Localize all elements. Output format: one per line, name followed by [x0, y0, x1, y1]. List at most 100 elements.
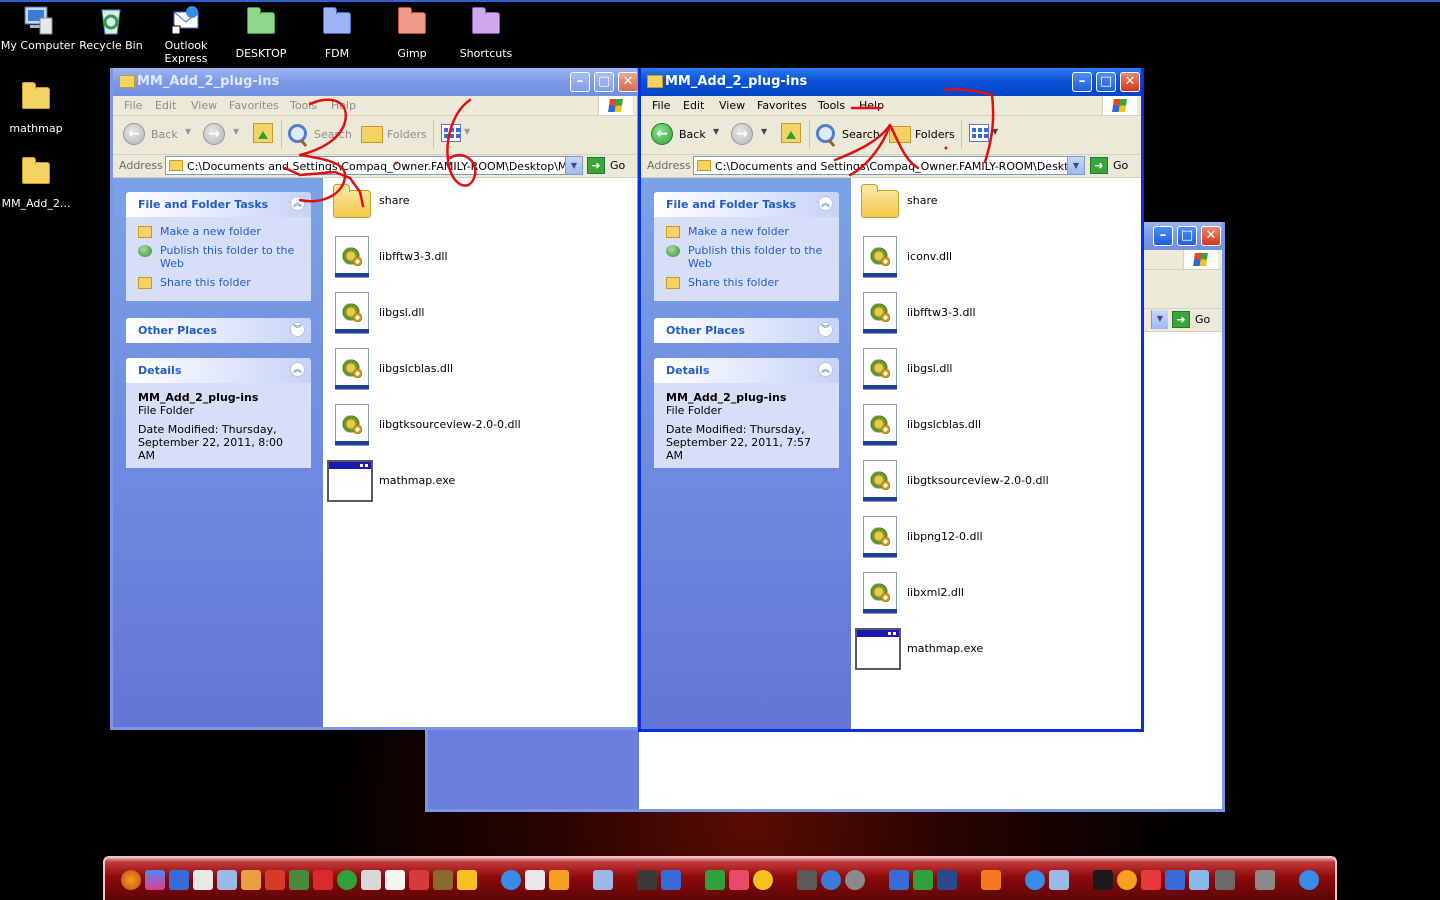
file-item[interactable]: mathmap.exe	[327, 458, 591, 502]
file-item[interactable]: libgsl.dll	[331, 290, 591, 334]
menu-view[interactable]: View	[719, 99, 745, 112]
photoshop-icon[interactable]	[937, 870, 957, 890]
address-input[interactable]: C:\Documents and Settings\Compaq_Owner.F…	[693, 156, 1085, 175]
app-icon[interactable]	[1189, 870, 1209, 890]
file-item[interactable]: libgtksourceview-2.0-0.dll	[859, 458, 1119, 502]
app-icon[interactable]	[637, 870, 657, 890]
maximize-button[interactable]: □	[594, 72, 614, 92]
back-button[interactable]: ← Back ▼	[651, 121, 721, 147]
search-button[interactable]: Search	[288, 121, 353, 147]
file-item[interactable]: libfftw3-3.dll	[859, 290, 1119, 334]
desktop-icon-mathmap[interactable]: mathmap	[0, 79, 74, 135]
forward-button[interactable]: → ▼	[203, 121, 243, 147]
desktop-icon-outlook-express[interactable]: Outlook Express	[148, 4, 224, 65]
panel-header[interactable]: Other Places ︾	[654, 318, 839, 343]
app-icon[interactable]	[821, 870, 841, 890]
menu-view[interactable]: View	[191, 99, 217, 112]
panel-header[interactable]: File and Folder Tasks ︽	[654, 192, 839, 217]
maximize-button[interactable]: □	[1177, 226, 1197, 246]
app-icon[interactable]	[1299, 870, 1319, 890]
menu-edit[interactable]: Edit	[683, 99, 704, 112]
views-button[interactable]: ▼	[441, 121, 475, 147]
file-item[interactable]: libxml2.dll	[859, 570, 1119, 614]
collapse-icon[interactable]: ︽	[818, 196, 833, 211]
ie-icon[interactable]	[501, 870, 521, 890]
panel-header[interactable]: Other Places ︾	[126, 318, 311, 343]
panel-header[interactable]: Details ︽	[126, 358, 311, 383]
address-dropdown-button[interactable]: ▼	[565, 157, 582, 174]
up-folder-button[interactable]	[781, 121, 803, 147]
file-item[interactable]: libgslcblas.dll	[859, 402, 1119, 446]
menu-help[interactable]: Help	[859, 99, 884, 112]
close-button[interactable]: ✕	[618, 72, 637, 92]
app-icon[interactable]	[981, 870, 1001, 890]
app-icon[interactable]	[289, 870, 309, 890]
desktop-icon-my-computer[interactable]: My Computer	[0, 4, 76, 52]
file-item[interactable]: mathmap.exe	[855, 626, 1119, 670]
address-dropdown-button[interactable]: ▼	[1067, 157, 1084, 174]
menu-file[interactable]: File	[124, 99, 142, 112]
address-input[interactable]: C:\Documents and Settings\Compaq_Owner.F…	[165, 156, 583, 175]
minimize-button[interactable]: –	[1153, 226, 1173, 246]
window-titlebar[interactable]: MM_Add_2_plug-ins – □ ✕	[641, 68, 1141, 96]
maximize-button[interactable]: □	[1096, 72, 1116, 92]
desktop-icon-recycle-bin[interactable]: Recycle Bin	[73, 4, 149, 52]
utorrent-icon[interactable]	[337, 870, 357, 890]
task-publish-to-web[interactable]: Publish this folder to the Web	[666, 244, 827, 270]
go-button-label[interactable]: Go	[1195, 313, 1210, 326]
checkmark-icon[interactable]	[661, 870, 681, 890]
app-icon[interactable]	[265, 870, 285, 890]
expand-icon[interactable]: ︾	[290, 322, 305, 337]
desktop-icon-desktop-folder[interactable]: DESKTOP	[223, 4, 299, 60]
menu-tools[interactable]: Tools	[290, 99, 317, 112]
file-item[interactable]: share	[331, 178, 591, 222]
close-button[interactable]: ✕	[1120, 72, 1140, 92]
app-icon[interactable]	[1025, 870, 1045, 890]
minimize-button[interactable]: –	[570, 72, 590, 92]
go-button-label[interactable]: Go	[1113, 159, 1128, 172]
file-item[interactable]: libgsl.dll	[859, 346, 1119, 390]
app-icon[interactable]	[593, 870, 613, 890]
3d-app-icon[interactable]	[1165, 870, 1185, 890]
go-button-label[interactable]: Go	[610, 159, 625, 172]
task-make-new-folder[interactable]: Make a new folder	[138, 225, 299, 238]
app-icon[interactable]	[1141, 870, 1161, 890]
back-button[interactable]: ← Back ▼	[123, 121, 193, 147]
ftp-icon[interactable]	[169, 870, 189, 890]
panel-header[interactable]: File and Folder Tasks ︽	[126, 192, 311, 217]
file-item[interactable]: share	[859, 178, 1119, 222]
firefox-icon[interactable]	[121, 870, 141, 890]
window-titlebar[interactable]: MM_Add_2_plug-ins – □ ✕	[113, 68, 637, 96]
app-icon[interactable]	[845, 870, 865, 890]
m-icon[interactable]	[193, 870, 213, 890]
desktop-icon-gimp[interactable]: Gimp	[374, 4, 450, 60]
app-icon[interactable]	[1215, 870, 1235, 890]
app-icon[interactable]	[1049, 870, 1069, 890]
app-icon[interactable]	[385, 870, 405, 890]
file-item[interactable]: libgtksourceview-2.0-0.dll	[331, 402, 591, 446]
app-icon[interactable]	[913, 870, 933, 890]
app-icon[interactable]	[145, 870, 165, 890]
search-button[interactable]: Search	[816, 121, 881, 147]
collapse-icon[interactable]: ︽	[290, 196, 305, 211]
expand-icon[interactable]: ︾	[818, 322, 833, 337]
app-icon[interactable]	[797, 870, 817, 890]
explorer-window-right[interactable]: MM_Add_2_plug-ins – □ ✕ File Edit View F…	[638, 68, 1144, 732]
keyboard-icon[interactable]	[361, 870, 381, 890]
go-arrow-icon[interactable]: ➜	[1172, 311, 1190, 328]
menu-edit[interactable]: Edit	[155, 99, 176, 112]
app-icon[interactable]	[1117, 870, 1137, 890]
folders-button[interactable]: Folders	[889, 121, 959, 147]
menu-help[interactable]: Help	[331, 99, 356, 112]
go-arrow-icon[interactable]: ➜	[1090, 157, 1108, 174]
minimize-button[interactable]: –	[1072, 72, 1092, 92]
close-button[interactable]: ✕	[1201, 226, 1221, 246]
app-icon[interactable]	[217, 870, 237, 890]
pdf-icon[interactable]	[313, 870, 333, 890]
file-item[interactable]: libpng12-0.dll	[859, 514, 1119, 558]
app-icon[interactable]	[525, 870, 545, 890]
go-arrow-icon[interactable]: ➜	[587, 157, 605, 174]
app-icon[interactable]	[889, 870, 909, 890]
app-icon[interactable]	[1093, 870, 1113, 890]
desktop-icon-shortcuts[interactable]: Shortcuts	[448, 4, 524, 60]
